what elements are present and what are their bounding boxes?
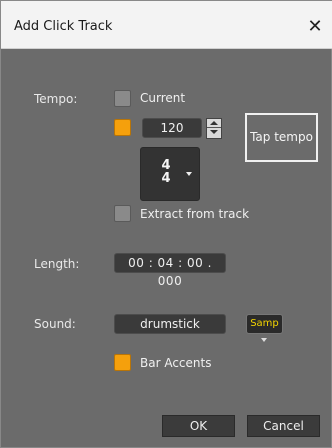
ok-button[interactable]: OK	[162, 415, 235, 437]
extract-from-track-label: Extract from track	[140, 207, 250, 221]
custom-tempo-checkbox[interactable]	[114, 119, 131, 136]
dropdown-arrow-icon	[186, 172, 192, 176]
current-tempo-label: Current	[140, 91, 186, 105]
add-click-track-dialog: Add Click Track ✕ Tempo: Current 120 Tap…	[0, 0, 332, 448]
bar-accents-checkbox[interactable]	[114, 354, 131, 371]
cancel-button[interactable]: Cancel	[247, 415, 320, 437]
length-field[interactable]: 00 : 04 : 00 . 000	[114, 253, 226, 288]
bpm-decrement[interactable]	[207, 128, 221, 137]
time-signature-denominator: 4	[161, 171, 171, 186]
extract-from-track-checkbox[interactable]	[114, 205, 131, 222]
bpm-increment[interactable]	[207, 119, 221, 128]
tempo-label: Tempo:	[34, 92, 78, 106]
sound-label: Sound:	[34, 317, 76, 331]
sample-button[interactable]: Samp	[246, 314, 283, 334]
close-icon[interactable]: ✕	[301, 13, 329, 41]
title-bar: Add Click Track ✕	[1, 1, 332, 49]
time-signature-select[interactable]: 4 4	[140, 147, 200, 201]
sample-dropdown-arrow-icon[interactable]	[261, 338, 267, 342]
chevron-up-icon	[210, 121, 218, 125]
length-label: Length:	[34, 257, 80, 271]
tap-tempo-button[interactable]: Tap tempo	[245, 113, 318, 162]
bpm-field[interactable]: 120	[142, 118, 202, 138]
sound-select[interactable]: drumstick	[114, 314, 226, 334]
dialog-title: Add Click Track	[14, 19, 113, 34]
current-tempo-checkbox[interactable]	[114, 90, 131, 107]
bar-accents-label: Bar Accents	[140, 356, 212, 370]
bpm-stepper[interactable]	[206, 118, 222, 139]
chevron-down-icon	[210, 130, 218, 134]
